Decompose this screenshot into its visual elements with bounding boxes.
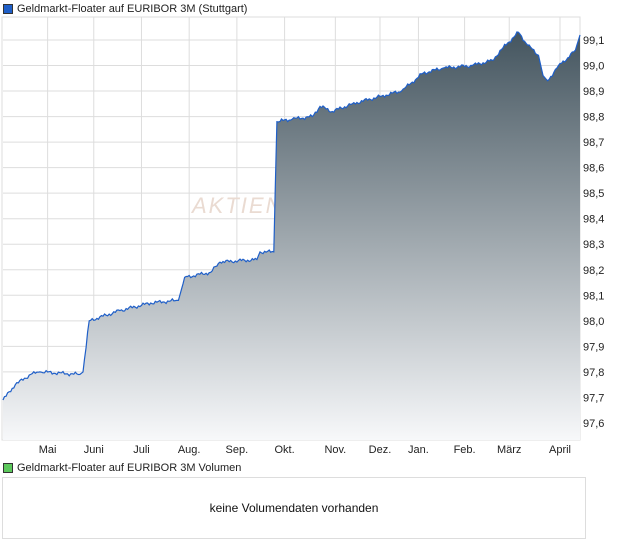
- x-tick-label: Jan.: [408, 444, 429, 456]
- y-tick-label: 98,0: [583, 316, 604, 328]
- y-tick-label: 98,9: [583, 86, 604, 98]
- y-tick-label: 98,5: [583, 188, 604, 200]
- volume-legend: Geldmarkt-Floater auf EURIBOR 3M Volumen: [3, 462, 241, 474]
- x-tick-label: Mai: [39, 444, 57, 456]
- x-tick-label: Feb.: [454, 444, 476, 456]
- y-tick-label: 97,7: [583, 392, 604, 404]
- x-tick-label: Okt.: [274, 444, 294, 456]
- y-tick-label: 98,7: [583, 137, 604, 149]
- y-tick-label: 98,4: [583, 214, 604, 226]
- x-tick-label: Nov.: [324, 444, 346, 456]
- volume-empty-text: keine Volumendaten vorhanden: [209, 501, 379, 515]
- y-tick-label: 99,1: [583, 35, 604, 47]
- y-tick-label: 97,6: [583, 418, 604, 430]
- watermark: AKTIEN: [190, 193, 283, 218]
- x-tick-label: April: [549, 444, 571, 456]
- x-tick-label: Dez.: [369, 444, 392, 456]
- y-tick-label: 98,1: [583, 290, 604, 302]
- y-tick-label: 98,8: [583, 112, 604, 124]
- x-tick-label: März: [497, 444, 521, 456]
- x-tick-label: Juni: [84, 444, 104, 456]
- price-chart: AKTIEN 97,6 97,7 97,8 97,9 98,0 98,1 98,2 98,3 98…: [1, 16, 604, 456]
- y-tick-label: 97,9: [583, 341, 604, 353]
- y-tick-label: 98,6: [583, 163, 604, 175]
- y-tick-label: 97,8: [583, 367, 604, 379]
- volume-panel: keine Volumendaten vorhanden: [2, 477, 586, 539]
- x-tick-label: Juli: [133, 444, 150, 456]
- volume-legend-swatch: [3, 463, 13, 473]
- volume-legend-label: Geldmarkt-Floater auf EURIBOR 3M Volumen: [17, 462, 242, 474]
- x-tick-label: Sep.: [226, 444, 249, 456]
- y-tick-label: 99,0: [583, 61, 604, 73]
- y-tick-label: 98,2: [583, 265, 604, 277]
- y-tick-label: 98,3: [583, 239, 604, 251]
- x-tick-label: Aug.: [178, 444, 201, 456]
